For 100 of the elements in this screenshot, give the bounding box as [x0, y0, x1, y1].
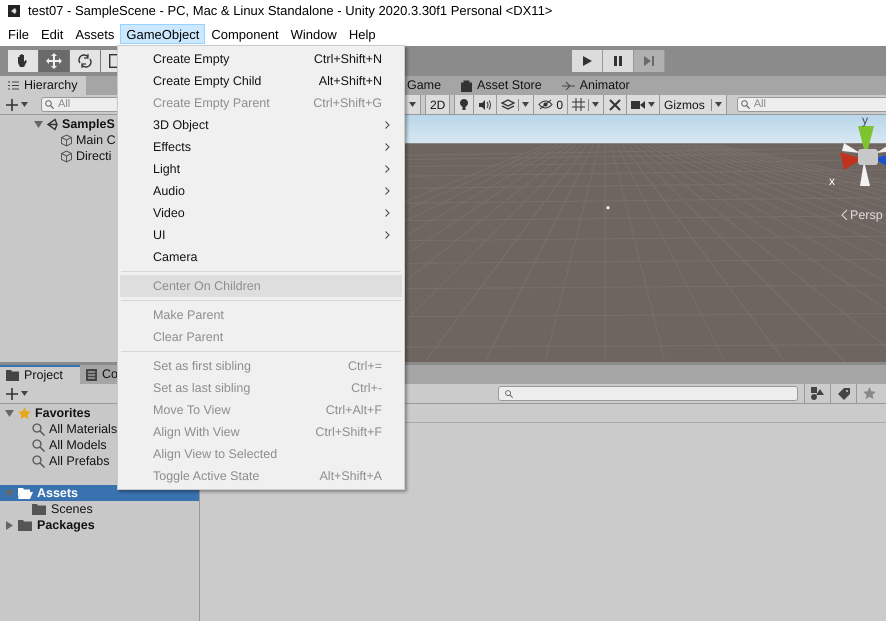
speaker-icon [478, 100, 492, 110]
dropdown-button[interactable] [405, 95, 421, 114]
layers-icon [501, 98, 516, 110]
cube-icon [60, 150, 73, 162]
folder-icon [6, 370, 19, 381]
camera-button[interactable] [627, 95, 660, 114]
search-icon [32, 454, 45, 468]
cube-icon [60, 134, 73, 146]
shortcut-text: Ctrl+= [348, 358, 382, 375]
chevron-left-icon [841, 210, 848, 220]
hidden-count: 0 [556, 96, 564, 114]
menu-item[interactable]: Help [342, 24, 382, 44]
menu-option[interactable]: Effects [120, 136, 402, 158]
open-folder-icon [18, 487, 33, 499]
tool-button[interactable] [8, 50, 39, 72]
tree-item-label[interactable]: All Models [49, 436, 107, 454]
search-icon [740, 100, 750, 109]
menu-option[interactable]: Video [120, 202, 402, 224]
projection-label[interactable]: Persp [850, 209, 883, 222]
tools-button[interactable] [604, 95, 628, 114]
shopping-bag-icon [461, 80, 472, 92]
chevron-right-icon [385, 121, 390, 129]
tree-item-label[interactable]: All Prefabs [49, 452, 110, 470]
caret-icon [648, 102, 656, 107]
caret-icon [522, 102, 530, 107]
menu-item[interactable]: File [2, 24, 35, 44]
hidden-objects-button[interactable]: 0 [534, 95, 568, 114]
star-icon [18, 406, 31, 420]
play-icon [581, 55, 593, 67]
audio-button[interactable] [474, 95, 498, 114]
menu-item[interactable]: GameObject [120, 24, 206, 44]
playback-button[interactable] [572, 50, 603, 72]
panel-tab[interactable]: Project [0, 365, 80, 384]
caret-icon [592, 102, 600, 107]
search-icon [32, 438, 45, 452]
chevron-right-icon [385, 231, 390, 239]
playback-button[interactable] [603, 50, 634, 72]
video-camera-icon [631, 100, 646, 110]
grid-button[interactable] [568, 95, 604, 114]
tool-button[interactable] [70, 50, 101, 72]
gizmos-button[interactable]: Gizmos [660, 95, 727, 114]
window-title: test07 - SampleScene - PC, Mac & Linux Standalone - Unity 2020.3.30f1 Personal <DX11> [28, 2, 552, 20]
search-icon [505, 390, 513, 398]
chevron-right-icon [385, 187, 390, 195]
star-icon [863, 387, 876, 400]
add-icon[interactable] [6, 98, 18, 110]
object-name[interactable]: Directi [76, 146, 112, 166]
lighting-button[interactable] [454, 95, 474, 114]
caret-icon [714, 102, 722, 107]
chevron-right-icon [385, 209, 390, 217]
folder-icon [18, 519, 33, 531]
shapes-icon [811, 387, 824, 400]
shortcut-text: Alt+Shift+N [318, 72, 382, 90]
shortcut-text: Ctrl+Shift+F [315, 424, 382, 441]
object-name[interactable]: Main C [76, 130, 116, 150]
tree-item-label[interactable]: Favorites [35, 404, 91, 422]
menu-item[interactable]: Assets [69, 24, 120, 44]
menu-item[interactable]: Component [205, 24, 285, 44]
tab-label: Hierarchy [24, 77, 78, 94]
scene-name[interactable]: SampleS [62, 114, 115, 134]
expanded-arrow-icon[interactable] [5, 408, 14, 418]
menu-option[interactable]: UI [120, 224, 402, 246]
folder-icon [32, 503, 47, 515]
menu-option[interactable]: 3D Object [120, 114, 402, 136]
expanded-arrow-icon[interactable] [34, 120, 43, 128]
tree-item-label[interactable]: Assets [37, 484, 78, 502]
view-tab[interactable]: Asset Store [461, 76, 542, 95]
unity-logo-icon [8, 5, 20, 17]
mode-2d-button[interactable]: 2D [425, 95, 450, 114]
crossed-tools-icon [608, 98, 622, 112]
menu-item[interactable]: Window [284, 24, 343, 44]
unity-logo-icon [46, 118, 59, 130]
search-field[interactable] [498, 386, 798, 401]
light-bulb-icon [459, 98, 470, 111]
search-icon [45, 100, 54, 109]
shortcut-text: Alt+Shift+A [319, 468, 382, 485]
add-icon[interactable] [6, 388, 18, 400]
tree-item-label[interactable]: All Materials [49, 420, 118, 438]
list-icon [8, 81, 19, 90]
branch-icon [562, 80, 575, 90]
hierarchy-tab[interactable]: Hierarchy [0, 76, 86, 95]
tag-icon [838, 388, 850, 400]
search-field[interactable]: All [736, 97, 886, 112]
menu-option[interactable]: Audio [120, 180, 402, 202]
caret-icon [21, 391, 28, 396]
effects-button[interactable] [497, 95, 534, 114]
menu-item[interactable]: Edit [34, 24, 70, 44]
menu-option[interactable]: Camera [120, 246, 402, 268]
menu-option[interactable]: Light [120, 158, 402, 180]
collapsed-arrow-icon[interactable] [5, 520, 14, 530]
pause-icon [612, 55, 624, 67]
tree-item-label[interactable]: Scenes [51, 500, 93, 518]
tree-item-label[interactable]: Packages [37, 516, 95, 534]
view-tab[interactable]: Animator [562, 76, 630, 95]
rotate-icon [76, 52, 94, 70]
shortcut-text: Ctrl+Shift+G [313, 94, 382, 112]
caret-icon [21, 102, 28, 107]
view-tab[interactable]: Game [407, 76, 442, 95]
shortcut-text: Ctrl+- [351, 380, 382, 397]
menu-option[interactable]: Create Empty Child Alt+Shift+N [120, 70, 402, 92]
